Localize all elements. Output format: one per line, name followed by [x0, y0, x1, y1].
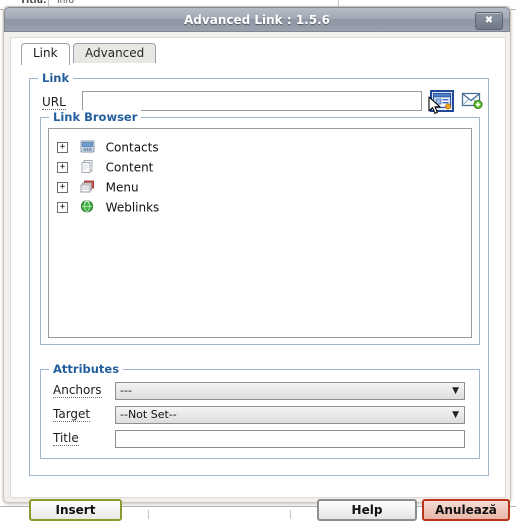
target-select[interactable]: --Not Set-- ▼: [115, 406, 465, 424]
anchors-selected-value: ---: [120, 384, 132, 397]
tree-item-label: Menu: [105, 180, 139, 195]
anchors-select[interactable]: --- ▼: [115, 382, 465, 400]
advanced-link-dialog: Advanced Link : 1.5.6 ✖ Link Advanced Li…: [3, 6, 511, 521]
dialog-body: Link Advanced Link URL Link Browser + Co…: [10, 37, 510, 521]
url-label: URL: [42, 95, 66, 110]
link-browser-fieldset: Link Browser + Contacts + Content + Menu…: [40, 110, 480, 345]
insert-email-link-button[interactable]: [460, 90, 484, 112]
contacts-icon: [80, 139, 95, 154]
tree-item-contacts[interactable]: + Contacts: [49, 137, 471, 157]
expand-icon[interactable]: +: [57, 162, 68, 173]
tree-item-content[interactable]: + Content: [49, 157, 471, 177]
content-icon: [80, 159, 95, 174]
background-column-divider: [148, 510, 149, 519]
expand-icon[interactable]: +: [57, 142, 68, 153]
insert-button[interactable]: Insert: [29, 499, 122, 521]
browse-server-button[interactable]: [430, 90, 454, 112]
link-browser-tree[interactable]: + Contacts + Content + Menu + Weblinks: [48, 128, 472, 338]
tree-item-weblinks[interactable]: + Weblinks: [49, 197, 471, 217]
help-button[interactable]: Help: [317, 499, 417, 521]
link-fieldset-legend: Link: [38, 71, 74, 85]
target-row: Target --Not Set-- ▼: [53, 406, 473, 424]
target-label: Target: [53, 407, 91, 422]
tree-item-menu[interactable]: + Menu: [49, 177, 471, 197]
envelope-plus-icon: [461, 92, 483, 109]
expand-icon[interactable]: +: [57, 202, 68, 213]
chevron-down-icon: ▼: [452, 410, 459, 420]
attributes-legend: Attributes: [49, 362, 124, 376]
background-column-divider: [290, 510, 291, 519]
tab-link[interactable]: Link: [21, 43, 70, 65]
dialog-title: Advanced Link : 1.5.6: [184, 13, 330, 27]
tree-item-label: Weblinks: [105, 200, 160, 215]
anchors-label: Anchors: [53, 383, 102, 398]
attributes-fieldset: Attributes Anchors --- ▼ Target --Not Se…: [40, 362, 480, 459]
cancel-button[interactable]: Anulează: [422, 499, 510, 521]
url-input[interactable]: [82, 91, 422, 111]
anchors-row: Anchors --- ▼: [53, 382, 473, 400]
tab-advanced[interactable]: Advanced: [73, 43, 157, 63]
tree-item-label: Content: [105, 160, 154, 175]
title-label: Title: [53, 431, 79, 446]
target-selected-value: --Not Set--: [120, 408, 177, 421]
link-browser-legend: Link Browser: [49, 110, 142, 124]
expand-icon[interactable]: +: [57, 182, 68, 193]
weblinks-icon: [80, 199, 95, 214]
close-icon[interactable]: ✖: [475, 12, 503, 30]
tabstrip: Link Advanced: [11, 43, 505, 65]
title-row: Title: [53, 430, 473, 448]
browse-window-icon: [432, 92, 452, 110]
link-fieldset: Link URL Link Browser + Contacts + Conte…: [29, 71, 489, 476]
dialog-titlebar[interactable]: Advanced Link : 1.5.6 ✖: [4, 7, 510, 32]
tree-item-label: Contacts: [105, 140, 159, 155]
chevron-down-icon: ▼: [452, 386, 459, 396]
title-input[interactable]: [115, 430, 465, 448]
menu-icon: [80, 179, 95, 194]
